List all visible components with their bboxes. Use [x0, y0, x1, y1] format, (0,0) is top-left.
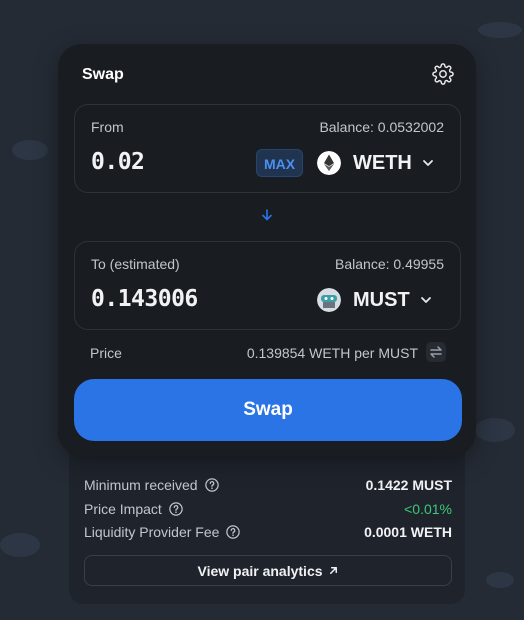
- view-pair-analytics-link[interactable]: View pair analytics: [84, 555, 452, 586]
- detail-row-minimum-received: Minimum received 0.1422 MUST: [84, 475, 452, 495]
- detail-value: <0.01%: [404, 501, 452, 517]
- detail-row-price-impact: Price Impact <0.01%: [84, 499, 452, 519]
- swap-arrows-icon[interactable]: [426, 342, 446, 362]
- from-label: From: [91, 119, 124, 135]
- detail-label: Minimum received: [84, 477, 198, 493]
- analytics-link-label: View pair analytics: [197, 562, 323, 579]
- question-circle-icon[interactable]: [169, 502, 183, 516]
- arrow-up-right-icon: [329, 567, 337, 574]
- question-circle-icon[interactable]: [226, 525, 241, 539]
- from-panel: From Balance: 0.0532002 MAX WETH: [74, 104, 461, 193]
- to-amount-input[interactable]: [91, 286, 241, 312]
- detail-row-liquidity-provider-fee: Liquidity Provider Fee 0.0001 WETH: [84, 522, 452, 542]
- max-button[interactable]: MAX: [256, 149, 303, 177]
- detail-value: 0.1422 MUST: [365, 477, 452, 493]
- detail-label: Price Impact: [84, 501, 162, 517]
- from-balance: Balance: 0.0532002: [319, 119, 444, 135]
- must-token-icon: [317, 288, 341, 312]
- from-token-selector[interactable]: WETH: [317, 149, 434, 177]
- gear-icon[interactable]: [432, 63, 454, 85]
- to-balance: Balance: 0.49955: [335, 256, 444, 272]
- chevron-down-icon: [420, 297, 431, 303]
- to-token-selector[interactable]: MUST: [317, 286, 432, 314]
- to-label: To (estimated): [91, 256, 180, 272]
- swap-button[interactable]: Swap: [74, 379, 462, 441]
- detail-label: Liquidity Provider Fee: [84, 524, 220, 540]
- from-token-name: WETH: [353, 151, 412, 174]
- card-title: Swap: [82, 66, 124, 83]
- swap-details-panel: Minimum received 0.1422 MUST Price Impac…: [69, 440, 465, 604]
- from-amount-input[interactable]: [91, 149, 241, 175]
- chevron-down-icon: [422, 160, 433, 166]
- price-label: Price: [90, 345, 122, 361]
- detail-value: 0.0001 WETH: [364, 524, 452, 540]
- to-token-name: MUST: [353, 288, 410, 311]
- swap-card: Swap From Balance: 0.0532002 MAX WETH To…: [58, 44, 476, 456]
- question-circle-icon[interactable]: [204, 478, 219, 492]
- to-panel: To (estimated) Balance: 0.49955 MUST: [74, 241, 461, 330]
- ethereum-icon: [317, 151, 341, 175]
- price-value: 0.139854 WETH per MUST: [246, 345, 418, 361]
- arrow-down-icon[interactable]: [260, 208, 274, 222]
